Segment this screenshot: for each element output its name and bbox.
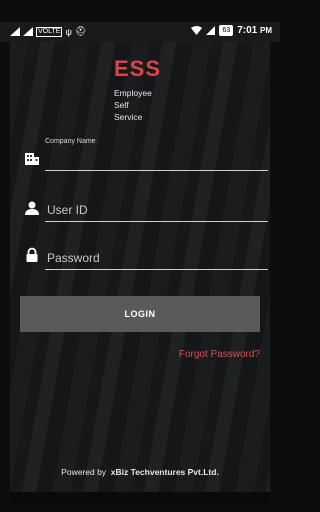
signal-icon	[10, 27, 20, 36]
person-icon	[25, 201, 39, 215]
forgot-password-link[interactable]: Forgot Password?	[179, 349, 260, 360]
battery-indicator: 63	[219, 25, 234, 36]
no-sim-icon: ⛑	[74, 26, 87, 36]
app-logo-title: ESS	[114, 56, 162, 81]
wifi-icon	[191, 26, 203, 35]
userid-field	[18, 196, 268, 236]
status-left: VOLTE ψ ⛑	[10, 26, 86, 37]
clock: 7:01 PM	[237, 25, 272, 36]
subtitle-line: Self	[114, 100, 129, 110]
password-field	[18, 244, 268, 284]
status-bar: VOLTE ψ ⛑ 63 7:01 PM	[0, 22, 280, 42]
password-input[interactable]	[45, 247, 268, 270]
navigation-bar	[10, 492, 270, 504]
subtitle-line: Employee	[114, 88, 152, 98]
status-right: 63 7:01 PM	[191, 25, 272, 36]
signal-icon	[23, 27, 33, 36]
subtitle-line: Service	[114, 112, 143, 122]
powered-company: xBiz Techventures Pvt.Ltd.	[110, 467, 219, 477]
company-name-input[interactable]	[45, 148, 268, 171]
clock-suffix: PM	[260, 26, 272, 35]
clock-time: 7:01	[237, 25, 258, 36]
login-screen: ESS Employee Self Service Company Name U…	[10, 42, 270, 492]
building-icon	[25, 153, 39, 165]
lock-icon	[26, 247, 38, 262]
powered-prefix: Powered by	[61, 467, 107, 477]
volte-badge: VOLTE	[36, 26, 63, 37]
company-field	[18, 144, 268, 184]
app-logo-subtitle: Employee Self Service	[114, 87, 152, 123]
usb-icon: ψ	[65, 26, 72, 37]
userid-input[interactable]	[45, 199, 268, 222]
login-button[interactable]: LOGIN	[20, 296, 260, 332]
signal-icon	[206, 26, 216, 35]
powered-by-footer: Powered by xBiz Techventures Pvt.Ltd.	[10, 467, 270, 477]
